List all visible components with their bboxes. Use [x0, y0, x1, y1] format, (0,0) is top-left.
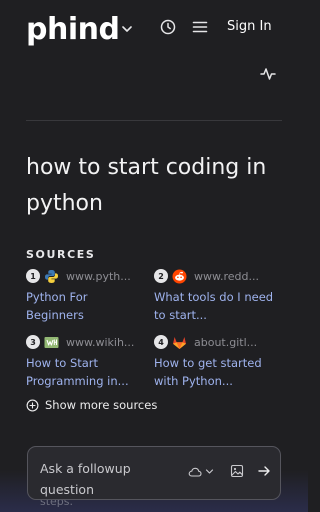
cloud-icon[interactable]	[188, 465, 202, 479]
source-title-link[interactable]: What tools do I need to start...	[154, 288, 274, 324]
source-card-1[interactable]: 1 www.pyth... Python For Beginners	[26, 267, 151, 324]
wikihow-logo-icon	[44, 335, 59, 350]
divider	[26, 120, 282, 121]
source-domain: about.gitl...	[194, 335, 258, 349]
source-card-2[interactable]: 2 www.redd... What tools do I need to st…	[154, 267, 279, 324]
source-card-3[interactable]: 3 www.wikih... How to Start Programming …	[26, 333, 151, 390]
page: phind Sign In how to start coding in pyt…	[0, 0, 308, 512]
show-more-sources-button[interactable]: Show more sources	[26, 397, 157, 413]
sign-in-button[interactable]: Sign In	[227, 17, 272, 37]
python-logo-icon	[44, 269, 59, 284]
plus-circle-icon	[26, 399, 39, 411]
show-more-label: Show more sources	[45, 398, 158, 412]
source-domain: www.redd...	[194, 269, 259, 283]
phind-logo[interactable]: phind	[26, 10, 120, 50]
source-number: 2	[154, 269, 168, 283]
followup-input-box[interactable]: Ask a followup question	[27, 446, 281, 500]
header: phind Sign In	[0, 0, 308, 60]
source-title-link[interactable]: How to Start Programming in...	[26, 354, 146, 390]
arrow-right-icon[interactable]	[257, 464, 271, 478]
reddit-logo-icon	[172, 269, 187, 284]
followup-input[interactable]: Ask a followup question	[40, 458, 180, 500]
chevron-down-icon[interactable]	[119, 21, 135, 37]
source-title-link[interactable]: How to get started with Python...	[154, 354, 274, 390]
hamburger-menu-icon[interactable]	[191, 18, 209, 36]
source-card-4[interactable]: 4 about.gitl... How to get started with …	[154, 333, 279, 390]
chevron-down-icon[interactable]	[204, 466, 215, 477]
clock-icon[interactable]	[159, 18, 177, 36]
sources-heading: SOURCES	[26, 248, 96, 261]
source-domain: www.pyth...	[66, 269, 131, 283]
source-number: 3	[26, 335, 40, 349]
gitlab-logo-icon	[172, 335, 187, 350]
activity-pulse-icon[interactable]	[259, 65, 277, 83]
source-number: 4	[154, 335, 168, 349]
source-domain: www.wikih...	[66, 335, 135, 349]
page-title: how to start coding in python	[26, 155, 267, 216]
image-icon[interactable]	[230, 464, 244, 478]
source-title-link[interactable]: Python For Beginners	[26, 288, 146, 324]
source-number: 1	[26, 269, 40, 283]
